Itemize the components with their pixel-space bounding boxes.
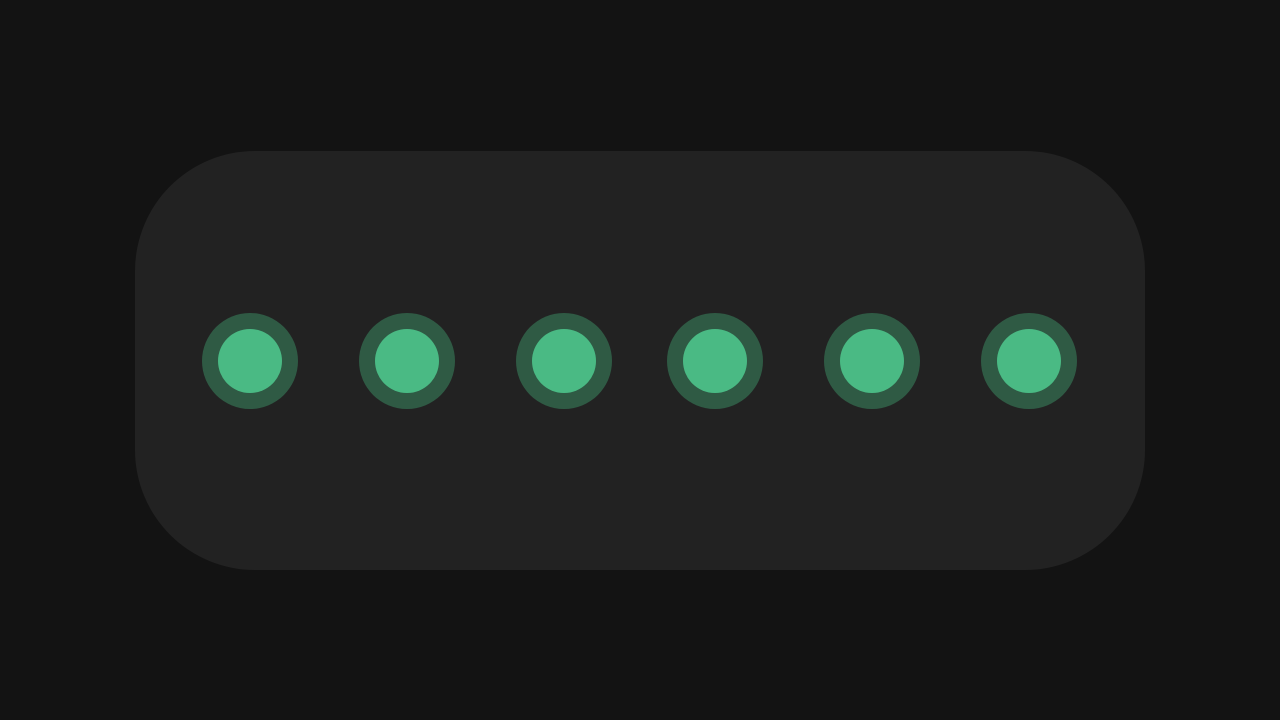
indicator-dot xyxy=(202,313,298,409)
indicator-dot xyxy=(667,313,763,409)
indicator-dot xyxy=(824,313,920,409)
indicator-dot-core xyxy=(997,329,1061,393)
indicator-dot xyxy=(981,313,1077,409)
indicator-dot-core xyxy=(840,329,904,393)
indicator-dot-core xyxy=(218,329,282,393)
indicator-dot xyxy=(516,313,612,409)
indicator-dot-core xyxy=(532,329,596,393)
indicator-dot-core xyxy=(683,329,747,393)
indicator-panel xyxy=(135,151,1145,570)
indicator-dot xyxy=(359,313,455,409)
indicator-dot-core xyxy=(375,329,439,393)
